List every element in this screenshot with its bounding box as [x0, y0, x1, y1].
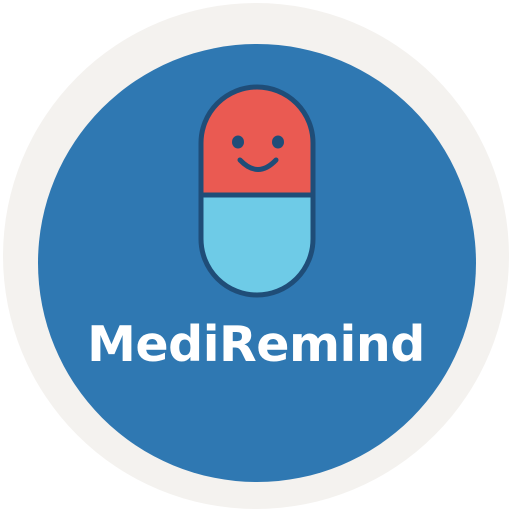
- app-logo: MediRemind: [0, 0, 512, 512]
- capsule-right-eye: [272, 135, 284, 149]
- app-name-wordmark: MediRemind: [87, 316, 425, 373]
- capsule-left-eye: [232, 135, 244, 149]
- smiling-capsule-icon: [196, 82, 318, 300]
